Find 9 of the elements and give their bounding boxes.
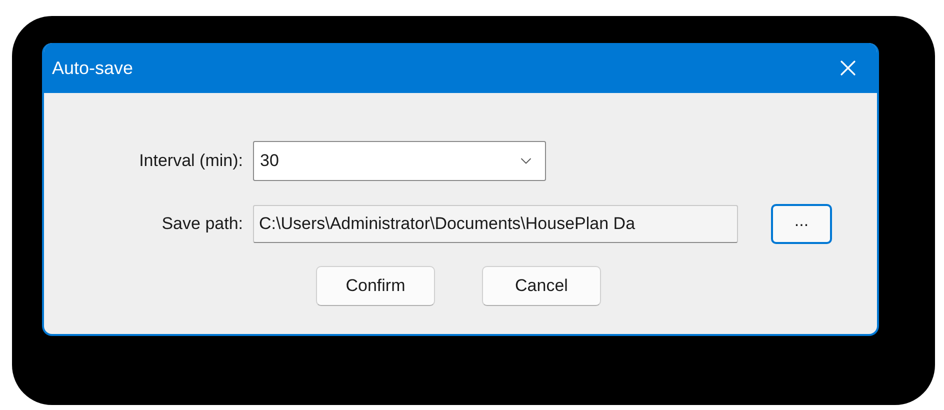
interval-label: Interval (min): xyxy=(138,150,243,172)
cancel-button[interactable]: Cancel xyxy=(482,266,601,306)
interval-value: 30 xyxy=(260,150,279,172)
interval-dropdown[interactable]: 30 xyxy=(253,141,546,181)
browse-button[interactable]: ... xyxy=(771,204,832,244)
save-path-field[interactable]: C:\Users\Administrator\Documents\HousePlan Da xyxy=(253,205,738,243)
save-path-label: Save path: xyxy=(160,213,243,236)
window-title: Auto-save xyxy=(52,56,134,80)
confirm-button[interactable]: Confirm xyxy=(316,266,435,306)
